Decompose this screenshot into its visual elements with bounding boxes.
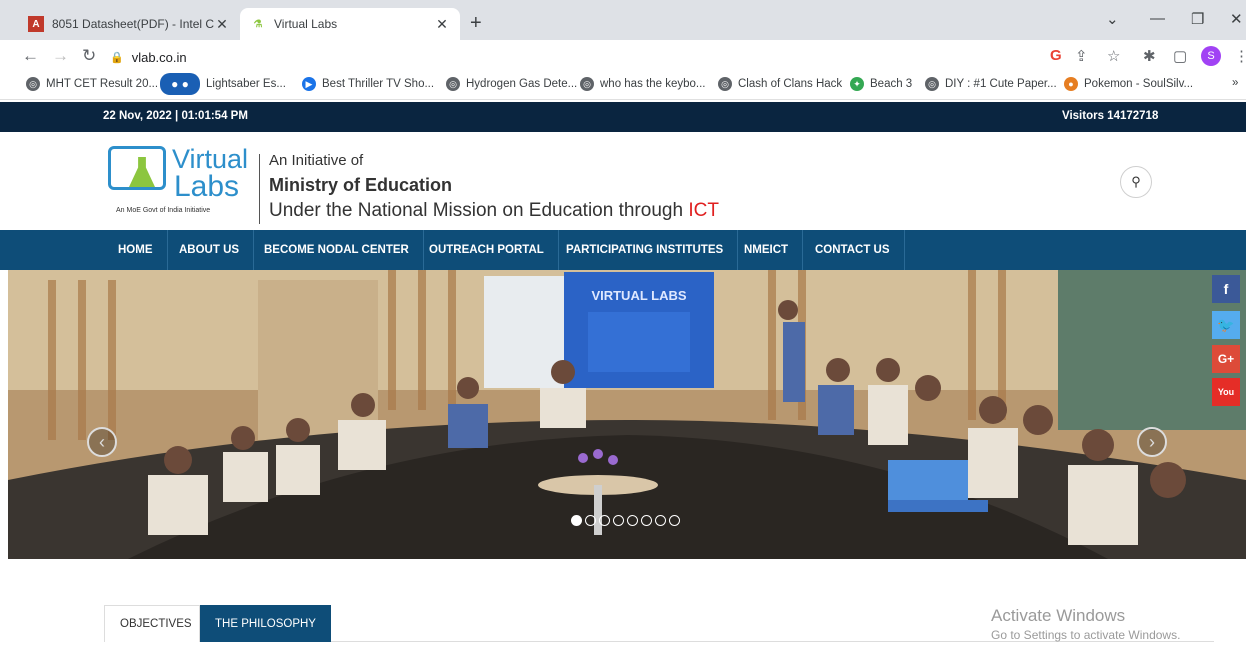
slide-dot[interactable] — [641, 515, 652, 526]
share-icon[interactable]: ⇪ — [1075, 47, 1088, 65]
pdf-favicon-icon: A — [28, 16, 44, 32]
restore-button[interactable]: ❐ — [1191, 10, 1204, 28]
logo-tagline: An MoE Govt of India Initiative — [116, 207, 211, 214]
globe-icon: ◎ — [26, 77, 40, 91]
monitor-flask-icon — [108, 146, 166, 190]
bookmark-item[interactable]: ✦ Beach 3 — [850, 77, 912, 91]
logo-text-labs: Labs — [174, 170, 240, 203]
tab-objectives[interactable]: OBJECTIVES — [104, 605, 200, 642]
google-icon[interactable]: G — [1050, 47, 1062, 64]
browser-tab-datasheet[interactable]: A 8051 Datasheet(PDF) - Intel Corp ✕ — [18, 8, 240, 40]
bookmarks-bar: ◎ MHT CET Result 20... ● ● Lightsaber Es..… — [0, 72, 1246, 100]
slide-dot[interactable] — [613, 515, 624, 526]
bookmark-star-icon[interactable]: ☆ — [1107, 47, 1120, 65]
tab-title: Virtual Labs — [274, 17, 338, 31]
initiative-label: An Initiative of — [269, 152, 364, 169]
bookmark-item[interactable]: ◎ Clash of Clans Hack — [718, 77, 842, 91]
facebook-icon[interactable]: f — [1212, 275, 1240, 303]
pinwheel-icon: ✦ — [850, 77, 864, 91]
back-icon[interactable]: ← — [22, 46, 39, 66]
close-tab-icon[interactable]: ✕ — [434, 16, 450, 33]
globe-icon: ◎ — [446, 77, 460, 91]
nav-outreach-portal[interactable]: OUTREACH PORTAL — [415, 230, 559, 270]
nav-nmeict[interactable]: NMEICT — [730, 230, 804, 270]
search-icon: ⚲ — [1131, 174, 1141, 189]
close-tab-icon[interactable]: ✕ — [214, 16, 230, 33]
twitter-icon[interactable]: 🐦 — [1212, 311, 1240, 339]
reload-icon[interactable]: ↻ — [82, 46, 96, 66]
slide-dot[interactable] — [585, 515, 596, 526]
profile-avatar[interactable]: S — [1201, 46, 1221, 66]
close-window-button[interactable]: ✕ — [1230, 10, 1243, 28]
search-button[interactable]: ⚲ — [1120, 166, 1152, 198]
globe-icon: ◎ — [925, 77, 939, 91]
slide-dot[interactable] — [669, 515, 680, 526]
nav-become-nodal-center[interactable]: BECOME NODAL CENTER — [250, 230, 424, 270]
slide-dot[interactable] — [627, 515, 638, 526]
projector-title: VIRTUAL LABS — [591, 288, 686, 303]
browser-tab-strip: A 8051 Datasheet(PDF) - Intel Corp ✕ ⚗ V… — [0, 0, 1246, 40]
mission-statement: Under the National Mission on Education … — [269, 200, 719, 221]
address-bar[interactable]: 🔒 vlab.co.in — [110, 44, 1110, 70]
minion-icon: ● ● — [160, 73, 200, 95]
lock-icon: 🔒 — [110, 51, 124, 64]
tab-title: 8051 Datasheet(PDF) - Intel Corp — [52, 17, 214, 31]
slider-next-button[interactable]: › — [1137, 427, 1167, 457]
nav-participating-institutes[interactable]: PARTICIPATING INSTITUTES — [552, 230, 739, 270]
site-topbar: 22 Nov, 2022 | 01:01:54 PM Visitors 1417… — [0, 102, 1246, 132]
play-icon: ▶ — [302, 77, 316, 91]
forward-icon[interactable]: → — [52, 46, 69, 66]
pokeball-icon: ● — [1064, 77, 1078, 91]
bookmark-item[interactable]: ● ● Lightsaber Es... — [160, 73, 286, 95]
globe-icon: ◎ — [580, 77, 594, 91]
nav-contact-us[interactable]: CONTACT US — [801, 230, 905, 270]
slide-dot[interactable] — [655, 515, 666, 526]
ict-highlight: ICT — [688, 200, 719, 221]
datetime-display: 22 Nov, 2022 | 01:01:54 PM — [103, 110, 248, 122]
tab-the-philosophy[interactable]: THE PHILOSOPHY — [200, 605, 331, 642]
watermark-subtitle: Go to Settings to activate Windows. — [991, 628, 1181, 642]
chevron-right-icon: › — [1149, 431, 1155, 452]
activate-windows-watermark: Activate Windows Go to Settings to activ… — [991, 606, 1180, 642]
nav-about-us[interactable]: ABOUT US — [165, 230, 255, 270]
visitor-counter: Visitors 14172718 — [1062, 110, 1159, 122]
globe-icon: ◎ — [718, 77, 732, 91]
slide-dot[interactable] — [599, 515, 610, 526]
virtual-labs-logo[interactable]: Virtual Labs An MoE Govt of India Initia… — [104, 142, 252, 220]
tab-search-icon[interactable]: ⌄ — [1106, 10, 1119, 28]
chevron-left-icon: ‹ — [99, 431, 105, 452]
bookmark-item[interactable]: ◎ Hydrogen Gas Dete... — [446, 77, 577, 91]
bookmark-item[interactable]: ▶ Best Thriller TV Sho... — [302, 77, 434, 91]
ministry-name: Ministry of Education — [269, 175, 453, 195]
header-divider — [259, 154, 260, 224]
slider-prev-button[interactable]: ‹ — [87, 427, 117, 457]
minimize-button[interactable]: — — [1150, 10, 1165, 27]
site-header: Virtual Labs An MoE Govt of India Initia… — [0, 132, 1246, 230]
url-text: vlab.co.in — [131, 49, 187, 65]
browser-toolbar: ← → ↻ 🔒 vlab.co.in G ⇪ ☆ ✱ ▢ S ⋮ — [0, 40, 1246, 72]
slide-dot[interactable] — [571, 515, 582, 526]
bookmark-item[interactable]: ◎ MHT CET Result 20... — [26, 77, 158, 91]
bookmark-item[interactable]: ● Pokemon - SoulSilv... — [1064, 77, 1193, 91]
nav-home[interactable]: HOME — [104, 230, 168, 270]
side-panel-icon[interactable]: ▢ — [1173, 47, 1187, 65]
extensions-icon[interactable]: ✱ — [1143, 47, 1156, 65]
bookmark-item[interactable]: ◎ DIY : #1 Cute Paper... — [925, 77, 1057, 91]
watermark-title: Activate Windows — [991, 606, 1126, 625]
new-tab-button[interactable]: + — [470, 12, 482, 35]
slider-indicators — [571, 515, 680, 526]
bookmark-item[interactable]: ◎ who has the keybo... — [580, 77, 705, 91]
google-plus-icon[interactable]: G+ — [1212, 345, 1240, 373]
browser-menu-icon[interactable]: ⋮ — [1234, 47, 1246, 65]
browser-tab-virtual-labs[interactable]: ⚗ Virtual Labs ✕ — [240, 8, 460, 40]
youtube-icon[interactable]: You — [1212, 378, 1240, 406]
main-navigation: HOME ABOUT US BECOME NODAL CENTER OUTREA… — [0, 230, 1246, 270]
virtual-labs-favicon-icon: ⚗ — [253, 18, 263, 30]
bookmarks-overflow-button[interactable]: » — [1232, 77, 1238, 89]
